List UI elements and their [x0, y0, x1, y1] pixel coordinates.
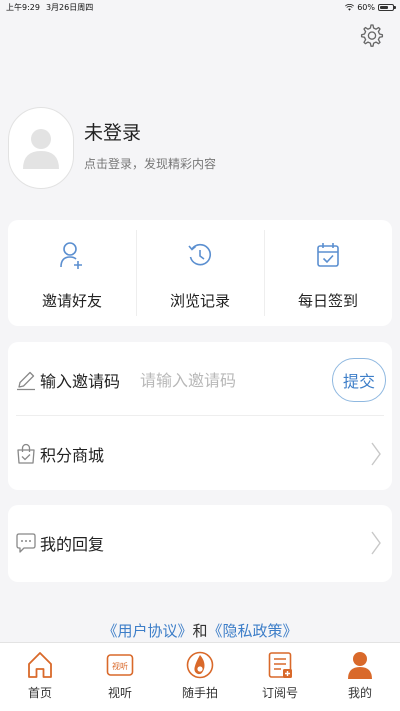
chevron-right-icon: [371, 442, 381, 466]
calendar-check-icon: [317, 243, 339, 267]
agreement-links: 《用户协议》和《隐私政策》: [0, 620, 400, 641]
submit-button[interactable]: 提交: [332, 358, 386, 402]
pencil-icon: [17, 371, 35, 391]
invite-code-label: 输入邀请码: [40, 372, 121, 391]
tab-subscription[interactable]: 订阅号: [240, 643, 320, 711]
history-icon: [188, 243, 212, 266]
profile-icon: [348, 652, 372, 679]
tab-snapshot[interactable]: 随手拍: [160, 643, 240, 711]
video-icon: 视听: [106, 654, 134, 676]
privacy-policy-link[interactable]: 《隐私政策》: [208, 622, 298, 640]
tab-subscription-label: 订阅号: [261, 686, 298, 700]
battery-percent: 60%: [357, 2, 375, 12]
agreement-and: 和: [192, 622, 208, 640]
wifi-icon: [345, 3, 355, 11]
daily-checkin-button[interactable]: 每日签到: [264, 220, 392, 326]
tab-profile[interactable]: 我的: [320, 643, 400, 711]
tab-profile-label: 我的: [347, 686, 372, 700]
login-status[interactable]: 未登录: [84, 118, 216, 145]
invite-friends-button[interactable]: 邀请好友: [8, 220, 136, 326]
user-agreement-link[interactable]: 《用户协议》: [102, 622, 192, 640]
my-replies-label: 我的回复: [40, 535, 105, 554]
gear-icon[interactable]: [358, 22, 384, 48]
invite-code-input[interactable]: [140, 370, 291, 390]
chevron-right-icon: [371, 531, 381, 555]
status-bar: 上午9:29 3月26日周四 60%: [0, 0, 400, 14]
status-time: 上午9:29: [6, 2, 40, 12]
tab-home-label: 首页: [27, 686, 52, 700]
points-mall-label: 积分商城: [40, 446, 105, 465]
shopping-bag-icon: [17, 443, 35, 464]
profile-header[interactable]: 未登录 点击登录，发现精彩内容: [8, 107, 216, 189]
bottom-tab-bar: 首页 视听 视听 随手拍 订阅号 我的: [0, 642, 400, 711]
home-icon: [28, 652, 52, 678]
daily-checkin-label: 每日签到: [297, 292, 358, 310]
divider: [16, 415, 384, 416]
tab-video-label: 视听: [107, 686, 132, 700]
snapshot-icon: [186, 651, 214, 679]
profile-page: 上午9:29 3月26日周四 60% 未登录 点击登录，发现精彩内容 邀请好友 …: [0, 0, 400, 711]
comment-icon: [16, 533, 36, 553]
points-mall-row[interactable]: 积分商城: [8, 432, 392, 476]
browse-history-button[interactable]: 浏览记录: [136, 220, 264, 326]
my-replies-row[interactable]: 我的回复: [8, 521, 392, 565]
tab-video[interactable]: 视听 视听: [80, 643, 160, 711]
menu-card-replies: 我的回复: [8, 505, 392, 582]
browse-history-label: 浏览记录: [169, 292, 230, 310]
quick-actions-card: 邀请好友 浏览记录 每日签到: [8, 220, 392, 326]
avatar[interactable]: [8, 107, 74, 189]
tab-snapshot-label: 随手拍: [181, 686, 218, 700]
invite-code-row: 输入邀请码 提交: [8, 358, 392, 402]
battery-icon: [378, 3, 396, 11]
video-icon-text: 视听: [112, 661, 128, 671]
subscription-icon: [268, 652, 292, 678]
tab-home[interactable]: 首页: [0, 643, 80, 711]
login-hint: 点击登录，发现精彩内容: [84, 157, 217, 171]
invite-friends-label: 邀请好友: [41, 292, 102, 310]
default-avatar-icon: [23, 129, 59, 169]
add-user-icon: [60, 242, 82, 269]
menu-card-primary: 输入邀请码 提交 积分商城: [8, 342, 392, 490]
status-date: 3月26日周四: [45, 2, 94, 12]
